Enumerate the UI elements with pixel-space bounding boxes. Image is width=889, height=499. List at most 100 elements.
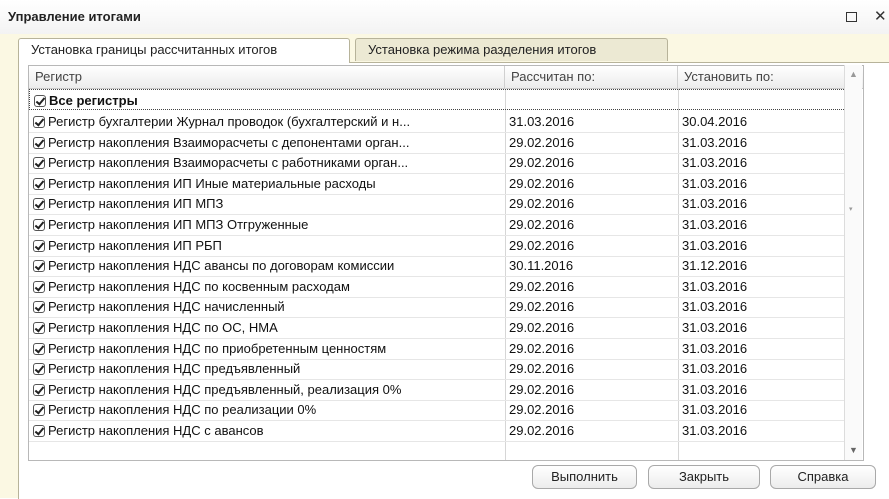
set-date-cell[interactable]: 30.04.2016 [682,111,842,132]
register-name: Регистр накопления НДС предъявленный [48,361,301,377]
all-registers-label: Все регистры [49,93,138,108]
checkbox-checked-icon[interactable] [33,157,45,170]
table-row[interactable]: Регистр накопления НДС начисленный 29.02.… [29,296,846,319]
set-date-cell[interactable]: 31.03.2016 [682,338,842,359]
calculated-date-cell: 29.02.2016 [509,299,575,315]
table-row[interactable]: Регистр накопления Взаиморасчеты с работ… [29,152,846,175]
calculated-date-cell: 29.02.2016 [509,381,575,397]
tab-totals-split-mode[interactable]: Установка режима разделения итогов [355,38,668,61]
set-date-cell[interactable]: 31.03.2016 [682,193,842,214]
tab-totals-boundary[interactable]: Установка границы рассчитанных итогов [18,38,350,63]
register-name: Регистр бухгалтерии Журнал проводок (бух… [48,114,411,129]
table-row[interactable]: Регистр накопления Взаиморасчеты с депон… [29,132,846,154]
register-name: Регистр накопления НДС с авансов [48,423,264,438]
set-date-cell[interactable]: 31.03.2016 [682,317,842,338]
table-row[interactable]: Регистр накопления НДС предъявленный 29.0… [29,358,846,381]
set-date-cell[interactable]: 31.03.2016 [682,214,842,235]
set-date-cell[interactable]: 31.03.2016 [682,399,842,420]
table-row[interactable]: Регистр бухгалтерии Журнал проводок (бух… [29,111,846,133]
register-name-cell: Регистр накопления НДС по ОС, НМА [33,317,501,338]
close-button[interactable]: Закрыть [648,465,760,489]
set-date-cell[interactable]: 31.03.2016 [682,132,842,153]
register-name-cell: Регистр накопления НДС по реализации 0% [33,399,501,420]
checkbox-checked-icon[interactable] [33,425,45,437]
checkbox-checked-icon[interactable] [33,301,45,314]
checkbox-checked-icon[interactable] [34,95,46,107]
register-name: Регистр накопления НДС по реализации 0% [48,402,317,418]
calculated-date-cell: 29.02.2016 [509,320,575,335]
register-name: Регистр накопления ИП Иные материальные … [48,175,376,191]
register-name-cell: Регистр накопления ИП МПЗ Отгруженные [33,214,501,235]
register-name-cell: Регистр накопления НДС по приобретенным … [33,338,501,359]
register-name: Регистр накопления ИП МПЗ [48,196,224,212]
scroll-down-icon[interactable]: ▼ [849,445,858,455]
set-date-cell[interactable]: 31.03.2016 [682,173,842,194]
column-header-register[interactable]: Регистр [29,66,505,88]
checkbox-checked-icon[interactable] [33,219,45,231]
calculated-date-cell: 29.02.2016 [509,175,575,191]
calculated-date-cell: 29.02.2016 [509,237,575,253]
column-header-calculated[interactable]: Рассчитан по: [505,66,678,88]
register-name: Регистр накопления НДС по косвенным расх… [48,278,350,294]
calculated-date-cell: 29.02.2016 [509,340,575,356]
checkbox-checked-icon[interactable] [33,363,45,376]
register-name-cell: Регистр накопления ИП Иные материальные … [33,173,501,194]
checkbox-checked-icon[interactable] [33,136,45,149]
table-row-all-registers[interactable]: Все регистры [29,89,846,110]
checkbox-checked-icon[interactable] [33,239,45,252]
maximize-icon[interactable] [846,12,857,22]
window-title: Управление итогами [8,9,141,24]
checkbox-checked-icon[interactable] [33,322,45,334]
set-date-cell[interactable]: 31.03.2016 [682,358,842,379]
table-row[interactable]: Регистр накопления НДС предъявленный, ре… [29,379,846,401]
table-row[interactable]: Регистр накопления ИП МПЗ 29.02.2016 31.03… [29,193,846,216]
register-name-cell: Регистр накопления Взаиморасчеты с работ… [33,152,501,173]
scroll-thumb-icon[interactable]: ▾ [849,205,853,213]
checkbox-checked-icon[interactable] [33,198,45,211]
register-name-cell: Регистр бухгалтерии Журнал проводок (бух… [33,111,501,132]
set-date-cell[interactable]: 31.03.2016 [682,379,842,400]
table-row[interactable]: Регистр накопления НДС по приобретенным … [29,338,846,360]
checkbox-checked-icon[interactable] [33,260,45,273]
registers-table: Регистр Рассчитан по: Установить по: Все… [28,65,864,461]
close-icon[interactable]: ✕ [874,7,887,25]
column-header-set-to[interactable]: Установить по: [678,66,846,88]
calculated-date-cell: 29.02.2016 [509,423,575,438]
register-name: Регистр накопления НДС по приобретенным … [48,340,387,356]
table-row[interactable]: Регистр накопления НДС по ОС, НМА 29.02.2… [29,317,846,339]
table-row[interactable]: Регистр накопления НДС с авансов 29.02.20… [29,420,846,442]
set-date-cell[interactable]: 31.03.2016 [682,152,842,173]
set-date-cell[interactable]: 31.03.2016 [682,276,842,297]
checkbox-checked-icon[interactable] [33,280,45,293]
run-button[interactable]: Выполнить [532,465,637,489]
set-date-cell[interactable]: 31.03.2016 [682,296,842,317]
table-row[interactable]: Регистр накопления НДС по реализации 0% 2… [29,399,846,422]
checkbox-checked-icon[interactable] [33,177,45,190]
vertical-scrollbar[interactable]: ▲ ▾ ▼ [844,65,862,460]
register-name: Регистр накопления ИП МПЗ Отгруженные [48,217,309,232]
table-row[interactable]: Регистр накопления ИП Иные материальные … [29,173,846,195]
set-date-cell[interactable]: 31.03.2016 [682,235,842,256]
set-date-cell[interactable]: 31.03.2016 [682,420,842,441]
title-bar: Управление итогами ✕ [0,0,889,34]
checkbox-checked-icon[interactable] [33,116,45,128]
register-name-cell: Регистр накопления ИП РБП [33,235,501,256]
calculated-date-cell: 29.02.2016 [509,361,575,377]
checkbox-checked-icon[interactable] [33,404,45,417]
calculated-date-cell: 29.02.2016 [509,196,575,212]
checkbox-checked-icon[interactable] [33,383,45,396]
set-date-cell[interactable]: 31.12.2016 [682,255,842,276]
calculated-date-cell: 31.03.2016 [509,114,575,129]
register-name-cell: Регистр накопления НДС начисленный [33,296,501,317]
scroll-up-icon[interactable]: ▲ [849,69,858,79]
help-button[interactable]: Справка [770,465,876,489]
register-name-cell: Регистр накопления НДС авансы по договор… [33,255,501,276]
register-name-cell: Регистр накопления НДС по косвенным расх… [33,276,501,297]
checkbox-checked-icon[interactable] [33,342,45,355]
table-row[interactable]: Регистр накопления ИП МПЗ Отгруженные 29.… [29,214,846,236]
calculated-date-cell: 29.02.2016 [509,217,575,232]
all-registers-cell: Все регистры [34,90,502,111]
table-row[interactable]: Регистр накопления НДС по косвенным расх… [29,276,846,298]
table-row[interactable]: Регистр накопления ИП РБП 29.02.2016 31.03… [29,235,846,257]
table-row[interactable]: Регистр накопления НДС авансы по договор… [29,255,846,278]
